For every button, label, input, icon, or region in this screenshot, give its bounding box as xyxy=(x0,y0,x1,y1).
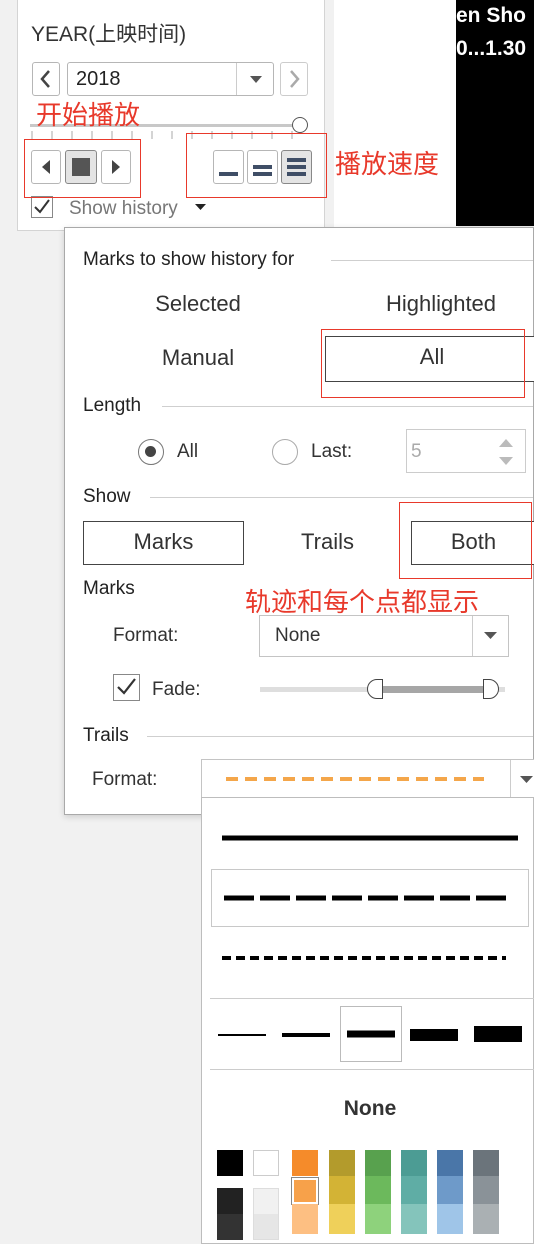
length-last-radio[interactable] xyxy=(272,439,298,465)
annotation-box-playback xyxy=(24,139,141,198)
pages-card-title: YEAR(上映时间) xyxy=(31,23,187,46)
annotation-box-both xyxy=(399,502,532,579)
checkbox-checked-icon xyxy=(34,199,50,214)
swatch-blue-light[interactable] xyxy=(437,1204,463,1234)
show-marks-button[interactable]: Marks xyxy=(83,521,244,565)
fade-slider-range xyxy=(375,686,493,693)
line-style-dashed-option[interactable] xyxy=(211,869,529,927)
swatch-white[interactable] xyxy=(253,1150,279,1176)
show-history-label[interactable]: Show history xyxy=(69,198,178,220)
checkbox-checked-icon xyxy=(117,678,136,695)
swatch-green[interactable] xyxy=(365,1150,391,1176)
swatch-black[interactable] xyxy=(217,1150,243,1176)
line-width-3-option[interactable] xyxy=(340,1006,402,1062)
swatch-green-light[interactable] xyxy=(365,1204,391,1234)
prev-year-button[interactable] xyxy=(32,62,60,96)
annotation-play-speed: 播放速度 xyxy=(335,150,440,180)
last-count-spinner[interactable]: 5 xyxy=(406,429,526,473)
swatch-gray-mid[interactable] xyxy=(473,1176,499,1204)
spinner-down-icon[interactable] xyxy=(496,454,516,468)
line-width-5[interactable] xyxy=(474,1022,524,1048)
line-width-2[interactable] xyxy=(282,1026,332,1046)
line-width-4[interactable] xyxy=(410,1024,460,1048)
marks-format-value: None xyxy=(275,625,321,646)
trails-section-header: Trails xyxy=(83,725,129,746)
last-count-value: 5 xyxy=(411,441,422,462)
viz-title-fragment: en Sho 0...1.30 xyxy=(456,0,534,226)
line-width-3 xyxy=(347,1030,395,1038)
chevron-left-icon xyxy=(40,70,50,88)
show-trails-button[interactable]: Trails xyxy=(260,522,395,562)
length-header: Length xyxy=(83,395,142,416)
swatch-gray[interactable] xyxy=(473,1150,499,1176)
line-style-dropdown: None xyxy=(201,797,534,1244)
year-select[interactable]: 2018 xyxy=(67,62,274,96)
swatch-teal[interactable] xyxy=(401,1150,427,1176)
marks-format-label: Format: xyxy=(113,625,179,646)
line-style-dashed xyxy=(224,895,508,901)
length-all-radio[interactable] xyxy=(138,439,164,465)
viz-text-line2: 0...1.30 xyxy=(456,37,527,60)
swatch-dark-column[interactable] xyxy=(217,1188,243,1240)
annotation-box-all xyxy=(321,329,525,398)
swatch-orange[interactable] xyxy=(292,1150,318,1176)
line-style-dotted[interactable] xyxy=(202,948,533,968)
fade-label: Fade: xyxy=(152,679,201,700)
marks-format-select[interactable]: None xyxy=(259,615,509,657)
next-year-button[interactable] xyxy=(280,62,308,96)
show-history-checkbox[interactable] xyxy=(31,196,53,218)
length-last-label[interactable]: Last: xyxy=(311,441,352,463)
trails-format-label: Format: xyxy=(92,769,158,790)
trails-format-select[interactable] xyxy=(201,759,534,801)
radio-icon xyxy=(145,446,156,457)
annotation-start-play: 开始播放 xyxy=(36,101,141,131)
chevron-right-icon xyxy=(290,70,300,88)
swatch-orange-light[interactable] xyxy=(292,1204,318,1234)
sheet-canvas xyxy=(334,0,458,230)
swatch-gold-light[interactable] xyxy=(329,1204,355,1234)
swatch-orange-selected[interactable] xyxy=(291,1177,319,1205)
dropdown-arrow-icon xyxy=(484,632,497,639)
swatch-gold[interactable] xyxy=(329,1150,355,1176)
annotation-trails-and-points: 轨迹和每个点都显示 xyxy=(245,588,480,618)
year-select-value: 2018 xyxy=(76,68,121,90)
swatch-teal-mid[interactable] xyxy=(401,1176,427,1204)
swatch-light-column[interactable] xyxy=(253,1188,279,1240)
option-highlighted[interactable]: Highlighted xyxy=(351,284,531,324)
marks-section-header: Marks xyxy=(83,578,135,599)
swatch-gray-light[interactable] xyxy=(473,1204,499,1234)
fade-slider-handle-right[interactable] xyxy=(483,679,499,699)
swatch-teal-light[interactable] xyxy=(401,1204,427,1234)
spinner-up-icon[interactable] xyxy=(496,436,516,450)
line-style-solid[interactable] xyxy=(202,828,533,848)
option-selected[interactable]: Selected xyxy=(105,284,291,324)
swatch-gold-mid[interactable] xyxy=(329,1176,355,1204)
show-history-dropdown-icon[interactable] xyxy=(194,200,208,214)
length-all-label[interactable]: All xyxy=(177,441,198,463)
trail-dash-preview xyxy=(226,777,484,781)
marks-to-show-header: Marks to show history for xyxy=(83,249,295,270)
show-header: Show xyxy=(83,486,131,507)
swatch-blue-mid[interactable] xyxy=(437,1176,463,1204)
fade-checkbox[interactable] xyxy=(113,674,140,701)
option-manual[interactable]: Manual xyxy=(105,338,291,378)
swatch-blue[interactable] xyxy=(437,1150,463,1176)
dropdown-arrow-icon xyxy=(250,76,262,83)
annotation-box-speed xyxy=(186,133,327,198)
dropdown-arrow-icon xyxy=(520,776,533,783)
viz-text-line1: en Sho xyxy=(456,4,527,27)
color-none-option[interactable]: None xyxy=(202,1097,534,1121)
swatch-green-mid[interactable] xyxy=(365,1176,391,1204)
line-width-1[interactable] xyxy=(218,1026,268,1046)
fade-slider-handle-left[interactable] xyxy=(367,679,383,699)
